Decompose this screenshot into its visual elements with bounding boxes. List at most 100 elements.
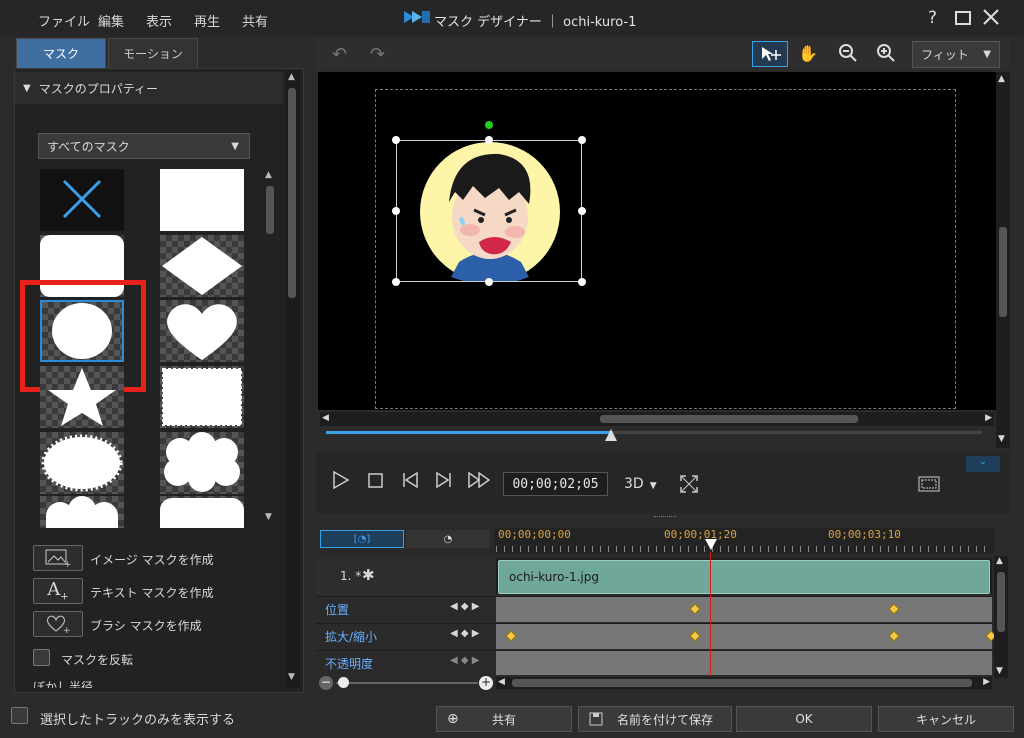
mask-none[interactable]: [40, 169, 124, 231]
rotate-handle[interactable]: [485, 121, 493, 129]
track-label: 1. *: [340, 569, 362, 583]
mask-filter-dropdown[interactable]: すべてのマスク ▼: [38, 133, 250, 159]
3d-mode-dropdown[interactable]: 3D ▼: [624, 476, 657, 492]
mask-rounded-bottom[interactable]: [160, 496, 244, 528]
play-button[interactable]: [332, 470, 350, 495]
mask-rectangle[interactable]: [160, 169, 244, 231]
scroll-down-icon: ▼: [288, 672, 295, 682]
playhead-handle[interactable]: [704, 538, 718, 555]
expand-chevron-icon[interactable]: ⌄: [966, 456, 1000, 472]
mask-cloud-bottom[interactable]: [40, 496, 124, 528]
timecode-display[interactable]: 00;00;02;05: [503, 472, 608, 496]
timeline-vscrollbar[interactable]: ▲ ▼: [994, 556, 1008, 678]
mask-cloud[interactable]: [160, 432, 244, 494]
timeline-vscroll-thumb[interactable]: [997, 572, 1005, 632]
seek-handle[interactable]: [604, 428, 618, 445]
mask-burst[interactable]: [40, 432, 124, 494]
text-icon: A+: [47, 579, 69, 603]
undo-icon[interactable]: ↶: [332, 44, 347, 65]
maximize-button[interactable]: [955, 11, 971, 25]
properties-header[interactable]: ▼ マスクのプロパティー: [15, 72, 283, 104]
clip-ochi-kuro-1[interactable]: ochi-kuro-1.jpg: [498, 560, 990, 594]
resize-handle[interactable]: [578, 207, 586, 215]
splitter-grip[interactable]: [654, 516, 676, 520]
resize-handle[interactable]: [485, 136, 493, 144]
resize-handle[interactable]: [578, 136, 586, 144]
ok-button[interactable]: OK: [736, 706, 872, 732]
scroll-down-icon: ▼: [998, 434, 1005, 444]
tab-mask[interactable]: マスク: [16, 38, 106, 68]
redo-icon[interactable]: ↷: [370, 44, 385, 65]
mask-stamp[interactable]: [160, 366, 244, 428]
resize-handle[interactable]: [392, 278, 400, 286]
svg-text:+: +: [63, 626, 71, 633]
preview-vscrollbar[interactable]: ▲ ▼: [996, 72, 1010, 448]
view-mode-clip-button[interactable]: [◔]: [320, 530, 404, 548]
prev-frame-button[interactable]: [400, 470, 420, 495]
resize-handle[interactable]: [392, 136, 400, 144]
menu-file[interactable]: ファイル: [38, 11, 90, 30]
select-move-tool[interactable]: [752, 41, 788, 67]
safe-zone-icon[interactable]: [918, 476, 940, 495]
share-button[interactable]: ⊕ 共有: [436, 706, 572, 732]
no-mask-icon: [62, 179, 102, 219]
chevron-down-icon: ▼: [231, 140, 239, 152]
view-mode-clock-button[interactable]: ◔: [406, 530, 490, 548]
stop-button[interactable]: [367, 470, 385, 495]
help-button[interactable]: ?: [928, 8, 937, 28]
invert-mask-checkbox[interactable]: [33, 649, 50, 666]
mask-star[interactable]: [40, 366, 124, 428]
selection-bounding-box[interactable]: [396, 140, 582, 282]
timeline-hscrollbar[interactable]: ◀ ▶: [496, 677, 992, 689]
cancel-button[interactable]: キャンセル: [878, 706, 1014, 732]
hand-tool-icon[interactable]: ✋: [798, 44, 818, 63]
seek-progress: [326, 431, 611, 434]
timeline-zoom-handle[interactable]: [338, 677, 349, 688]
mask-diamond[interactable]: [160, 235, 244, 297]
save-as-button[interactable]: 名前を付けて保存: [578, 706, 732, 732]
timeline-hscroll-thumb[interactable]: [512, 679, 972, 687]
create-text-mask-button[interactable]: A+: [33, 578, 83, 604]
menu-view[interactable]: 表示: [146, 11, 172, 30]
keyframe-nav-icon[interactable]: ◀ ◆ ▶: [450, 601, 479, 612]
preview-vscroll-thumb[interactable]: [999, 227, 1007, 317]
shape-scroll-thumb[interactable]: [266, 186, 274, 234]
keyframe-nav-icon[interactable]: ◀ ◆ ▶: [450, 628, 479, 639]
keyframe-lane-position[interactable]: [496, 597, 992, 622]
create-brush-mask-button[interactable]: +: [33, 611, 83, 637]
preview-hscrollbar[interactable]: ◀ ▶: [320, 412, 994, 426]
panel-scrollbar[interactable]: ▲ ▼: [286, 70, 300, 688]
keyframe-lane-opacity[interactable]: [496, 651, 992, 675]
shape-grid-scrollbar[interactable]: ▲ ▼: [264, 170, 276, 526]
only-selected-track-checkbox[interactable]: [11, 707, 28, 724]
menu-play[interactable]: 再生: [194, 11, 220, 30]
timeline-zoom-in-icon[interactable]: +: [479, 676, 493, 690]
menu-share[interactable]: 共有: [242, 11, 268, 30]
track-header[interactable]: 1. * ✱: [316, 556, 496, 596]
zoom-in-icon[interactable]: [876, 43, 896, 66]
timeline-zoom-track[interactable]: [336, 682, 478, 684]
keyframe-nav-icon[interactable]: ◀ ◆ ▶: [450, 655, 479, 666]
panel-scroll-thumb[interactable]: [288, 88, 296, 298]
close-button[interactable]: [982, 8, 1000, 29]
keyframe-lane-scale[interactable]: [496, 624, 992, 649]
row-label-position: 位置: [325, 603, 350, 617]
zoom-fit-dropdown[interactable]: フィット ▼: [912, 41, 1000, 68]
save-as-button-label: 名前を付けて保存: [616, 712, 713, 727]
timeline-zoom-out-icon[interactable]: −: [319, 676, 333, 690]
fullscreen-icon[interactable]: [679, 474, 699, 497]
create-image-mask-button[interactable]: +: [33, 545, 83, 571]
scroll-left-icon: ◀: [498, 677, 505, 687]
menu-edit[interactable]: 編集: [98, 11, 124, 30]
resize-handle[interactable]: [485, 278, 493, 286]
tab-motion[interactable]: モーション: [108, 38, 198, 68]
resize-handle[interactable]: [578, 278, 586, 286]
timecode-value: 00;00;02;05: [512, 476, 599, 492]
resize-handle[interactable]: [392, 207, 400, 215]
fast-forward-button[interactable]: [467, 470, 493, 495]
create-brush-mask-label: ブラシ マスクを作成: [90, 619, 202, 633]
mask-heart[interactable]: [160, 300, 244, 362]
preview-hscroll-thumb[interactable]: [600, 415, 858, 423]
zoom-out-icon[interactable]: [838, 43, 858, 66]
next-frame-button[interactable]: [434, 470, 454, 495]
